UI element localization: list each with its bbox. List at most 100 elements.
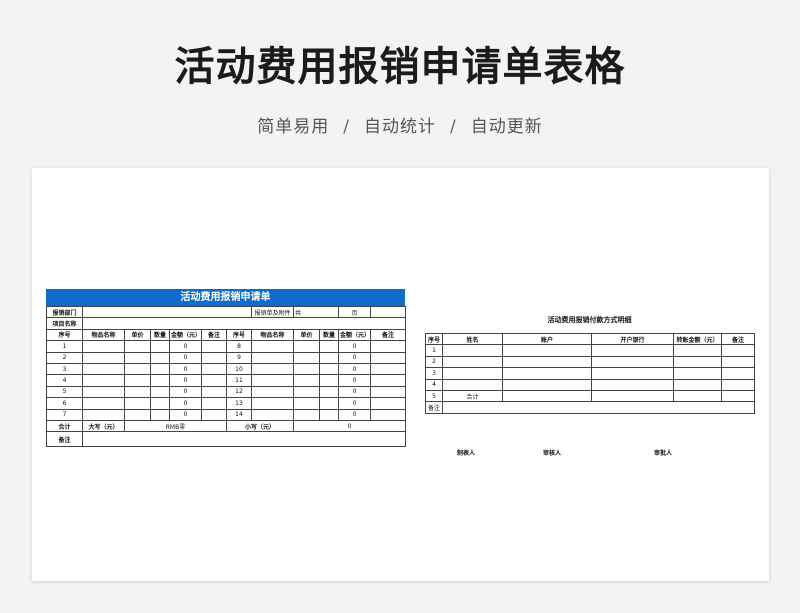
item-cell[interactable] <box>82 408 125 421</box>
account-cell[interactable] <box>502 355 592 369</box>
price-cell[interactable] <box>293 362 320 376</box>
item-cell[interactable] <box>82 340 125 353</box>
price-cell[interactable] <box>293 397 320 410</box>
row-no: 9 <box>226 351 252 364</box>
name-cell[interactable] <box>442 344 503 357</box>
bank-cell[interactable] <box>591 355 674 369</box>
bank-cell[interactable] <box>591 344 674 357</box>
item-cell[interactable] <box>251 351 294 364</box>
price-cell[interactable] <box>124 408 151 421</box>
remark-value-cell[interactable] <box>81 431 407 448</box>
account-cell[interactable] <box>502 378 592 391</box>
qty-cell[interactable] <box>150 362 170 376</box>
qty-cell[interactable] <box>150 374 170 387</box>
item-cell[interactable] <box>251 397 294 410</box>
price-cell[interactable] <box>293 340 320 353</box>
qty-cell[interactable] <box>318 397 340 410</box>
name-cell[interactable] <box>442 355 503 369</box>
amount-cell[interactable] <box>673 367 722 380</box>
note-cell[interactable] <box>201 374 227 387</box>
note-cell[interactable] <box>201 408 227 421</box>
item-cell[interactable] <box>251 374 294 387</box>
price-cell[interactable] <box>124 362 151 376</box>
project-value-cell[interactable] <box>81 317 407 330</box>
bank-cell[interactable] <box>591 378 674 391</box>
qty-cell[interactable] <box>318 362 340 376</box>
item-cell[interactable] <box>82 385 125 399</box>
note-cell[interactable] <box>370 362 407 376</box>
qty-cell[interactable] <box>150 340 170 353</box>
amount-cell: 0 <box>169 351 202 364</box>
item-cell[interactable] <box>82 362 125 376</box>
table-row: 6 0 13 0 <box>46 397 407 410</box>
bank-cell[interactable] <box>591 367 674 380</box>
col-item-header: 物品名称 <box>82 328 125 342</box>
note-cell[interactable] <box>370 397 407 410</box>
form-table: 报销部门 报销单及附件 共 页 项目名称 序号 物品名称 单价 数量 金额（元）… <box>46 305 407 448</box>
price-cell[interactable] <box>124 397 151 410</box>
row-no: 3 <box>46 362 83 376</box>
attach-total: 共 <box>292 305 340 319</box>
note-cell[interactable] <box>370 408 407 421</box>
subtitle-separator: / <box>450 117 457 137</box>
item-cell[interactable] <box>82 374 125 387</box>
item-cell[interactable] <box>251 385 294 399</box>
note-cell[interactable] <box>370 385 407 399</box>
note-cell[interactable] <box>721 355 755 369</box>
amount-cell: 0 <box>169 362 202 376</box>
payment-total-label: 合计 <box>442 389 503 403</box>
attach-extra-cell[interactable] <box>370 305 407 319</box>
amount-cell[interactable] <box>673 378 722 391</box>
row-no: 12 <box>226 385 252 399</box>
qty-cell[interactable] <box>318 408 340 421</box>
amount-cell[interactable] <box>673 355 722 369</box>
item-cell[interactable] <box>82 397 125 410</box>
note-cell[interactable] <box>370 351 407 364</box>
note-cell[interactable] <box>370 340 407 353</box>
note-cell[interactable] <box>201 351 227 364</box>
qty-cell[interactable] <box>150 351 170 364</box>
note-cell[interactable] <box>721 378 755 391</box>
price-cell[interactable] <box>124 351 151 364</box>
project-row: 项目名称 <box>46 317 407 330</box>
table-row: 4 0 11 0 <box>46 374 407 387</box>
dept-value-cell[interactable] <box>82 305 252 319</box>
price-cell[interactable] <box>124 340 151 353</box>
qty-cell[interactable] <box>150 408 170 421</box>
page-title: 活动费用报销申请单表格 <box>174 44 626 90</box>
name-cell[interactable] <box>442 367 503 380</box>
name-cell[interactable] <box>442 378 503 391</box>
account-cell[interactable] <box>502 367 592 380</box>
payment-remark-cell[interactable] <box>442 401 755 414</box>
item-cell[interactable] <box>251 362 294 376</box>
note-cell[interactable] <box>721 344 755 357</box>
qty-cell[interactable] <box>150 397 170 410</box>
attach-pages: 页 <box>338 305 372 319</box>
note-cell[interactable] <box>201 385 227 399</box>
amount-cell[interactable] <box>673 344 722 357</box>
account-cell[interactable] <box>502 344 592 357</box>
qty-cell[interactable] <box>318 374 340 387</box>
note-cell[interactable] <box>201 397 227 410</box>
price-cell[interactable] <box>293 408 320 421</box>
table-row: 5 0 12 0 <box>46 385 407 399</box>
amount-cell: 0 <box>338 351 372 364</box>
item-cell[interactable] <box>251 408 294 421</box>
note-cell[interactable] <box>370 374 407 387</box>
price-cell[interactable] <box>124 385 151 399</box>
price-cell[interactable] <box>124 374 151 387</box>
note-cell[interactable] <box>201 362 227 376</box>
qty-cell[interactable] <box>318 340 340 353</box>
price-cell[interactable] <box>293 374 320 387</box>
qty-cell[interactable] <box>318 351 340 364</box>
attach-label: 报销单及附件 <box>251 305 294 319</box>
price-cell[interactable] <box>293 385 320 399</box>
item-cell[interactable] <box>251 340 294 353</box>
note-cell[interactable] <box>201 340 227 353</box>
item-cell[interactable] <box>82 351 125 364</box>
qty-cell[interactable] <box>150 385 170 399</box>
note-cell[interactable] <box>721 367 755 380</box>
qty-cell[interactable] <box>318 385 340 399</box>
price-cell[interactable] <box>293 351 320 364</box>
col-price-header: 单价 <box>293 328 320 342</box>
